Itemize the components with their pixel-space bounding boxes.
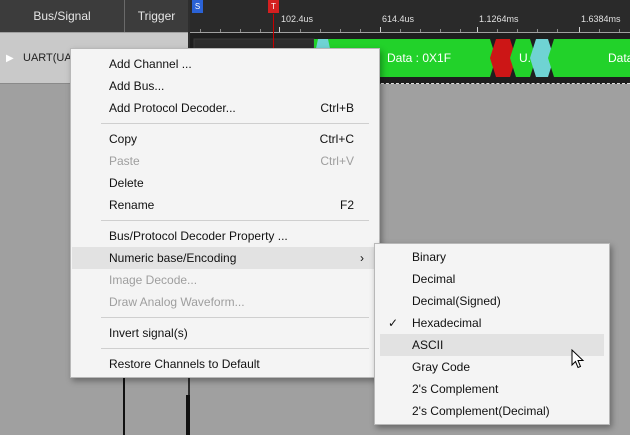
frame-label: Data bbox=[608, 51, 630, 65]
submenu-item-label: 2's Complement bbox=[412, 382, 499, 396]
trigger-marker[interactable]: T bbox=[268, 0, 279, 13]
timeline-ruler[interactable]: 102.4us 614.4us 1.1264ms 1.6384ms bbox=[189, 0, 630, 32]
tick-label: 102.4us bbox=[281, 14, 314, 24]
scroll-handle[interactable] bbox=[186, 395, 190, 435]
minor-tick bbox=[497, 29, 498, 32]
menu-item-delete[interactable]: Delete bbox=[72, 172, 378, 194]
menu-item-numeric-base[interactable]: Numeric base/Encoding › bbox=[72, 247, 378, 269]
menu-item-invert-signal[interactable]: Invert signal(s) bbox=[72, 322, 378, 344]
minor-tick bbox=[537, 29, 538, 32]
major-tick bbox=[579, 27, 580, 32]
submenu-item-label: Gray Code bbox=[412, 360, 471, 374]
minor-tick bbox=[440, 29, 441, 32]
menu-item-shortcut: F2 bbox=[339, 198, 354, 212]
minor-tick bbox=[400, 29, 401, 32]
minor-tick bbox=[340, 29, 341, 32]
submenu-item-label: Decimal bbox=[412, 272, 456, 286]
menu-item-label: Image Decode... bbox=[109, 273, 198, 287]
submenu-item-label: Hexadecimal bbox=[412, 316, 482, 330]
menu-separator bbox=[101, 220, 369, 221]
minor-tick bbox=[420, 29, 421, 32]
minor-tick bbox=[220, 29, 221, 32]
menu-item-label: Invert signal(s) bbox=[109, 326, 188, 340]
encoding-submenu: Binary Decimal Decimal(Signed) ✓ Hexadec… bbox=[374, 243, 610, 425]
submenu-item-decimal[interactable]: Decimal bbox=[380, 268, 604, 290]
menu-separator bbox=[101, 317, 369, 318]
major-tick bbox=[279, 27, 280, 32]
major-tick bbox=[477, 27, 478, 32]
frame-label: Data : 0X1F bbox=[387, 51, 452, 65]
submenu-item-twos-complement[interactable]: 2's Complement bbox=[380, 378, 604, 400]
menu-item-label: Add Bus... bbox=[109, 79, 165, 93]
menu-item-label: Add Protocol Decoder... bbox=[109, 101, 236, 115]
menu-item-label: Rename bbox=[109, 198, 155, 212]
menu-item-decoder-property[interactable]: Bus/Protocol Decoder Property ... bbox=[72, 225, 378, 247]
menu-item-shortcut: Ctrl+B bbox=[320, 101, 354, 115]
minor-tick bbox=[557, 29, 558, 32]
menu-item-add-protocol-decoder[interactable]: Add Protocol Decoder... Ctrl+B bbox=[72, 97, 378, 119]
tick-label: 1.6384ms bbox=[581, 14, 621, 24]
menu-item-label: Add Channel ... bbox=[109, 57, 192, 71]
channel-name: UART(UA bbox=[23, 52, 72, 64]
menu-item-draw-analog: Draw Analog Waveform... bbox=[72, 291, 378, 313]
submenu-item-decimal-signed[interactable]: Decimal(Signed) bbox=[380, 290, 604, 312]
menu-item-label: Bus/Protocol Decoder Property ... bbox=[109, 229, 288, 243]
expand-arrow-icon[interactable]: ▶ bbox=[6, 53, 14, 64]
minor-tick bbox=[300, 29, 301, 32]
menu-item-shortcut: Ctrl+C bbox=[319, 132, 354, 146]
menu-item-restore-channels[interactable]: Restore Channels to Default bbox=[72, 353, 378, 375]
tick-label: 614.4us bbox=[382, 14, 415, 24]
submenu-item-label: Binary bbox=[412, 250, 447, 264]
submenu-item-hexadecimal[interactable]: ✓ Hexadecimal bbox=[380, 312, 604, 334]
menu-item-label: Restore Channels to Default bbox=[109, 357, 260, 371]
minor-tick bbox=[260, 29, 261, 32]
menu-item-image-decode: Image Decode... bbox=[72, 269, 378, 291]
minor-tick bbox=[200, 29, 201, 32]
minor-tick bbox=[619, 29, 620, 32]
menu-separator bbox=[101, 348, 369, 349]
bus-signal-header[interactable]: Bus/Signal bbox=[0, 0, 124, 32]
menu-item-add-channel[interactable]: Add Channel ... bbox=[72, 53, 378, 75]
menu-item-add-bus[interactable]: Add Bus... bbox=[72, 75, 378, 97]
menu-item-label: Draw Analog Waveform... bbox=[109, 295, 245, 309]
context-menu: Add Channel ... Add Bus... Add Protocol … bbox=[70, 48, 380, 378]
menu-item-rename[interactable]: Rename F2 bbox=[72, 194, 378, 216]
submenu-item-binary[interactable]: Binary bbox=[380, 246, 604, 268]
trigger-header[interactable]: Trigger bbox=[125, 0, 188, 32]
menu-item-label: Copy bbox=[109, 132, 138, 146]
minor-tick bbox=[517, 29, 518, 32]
mouse-pointer-icon bbox=[571, 349, 585, 369]
menu-item-label: Numeric base/Encoding bbox=[109, 251, 237, 265]
tick-label: 1.1264ms bbox=[479, 14, 519, 24]
submenu-item-label: ASCII bbox=[412, 338, 444, 352]
checkmark-icon: ✓ bbox=[388, 316, 399, 330]
start-marker[interactable]: S bbox=[192, 0, 203, 13]
submenu-item-twos-complement-decimal[interactable]: 2's Complement(Decimal) bbox=[380, 400, 604, 422]
menu-separator bbox=[101, 123, 369, 124]
menu-item-paste: Paste Ctrl+V bbox=[72, 150, 378, 172]
minor-tick bbox=[599, 29, 600, 32]
minor-tick bbox=[360, 29, 361, 32]
frame-label: U. bbox=[519, 51, 531, 65]
minor-tick bbox=[320, 29, 321, 32]
menu-item-shortcut: Ctrl+V bbox=[320, 154, 354, 168]
menu-item-label: Paste bbox=[109, 154, 140, 168]
submenu-arrow-icon: › bbox=[360, 251, 364, 265]
submenu-item-label: Decimal(Signed) bbox=[412, 294, 501, 308]
menu-item-copy[interactable]: Copy Ctrl+C bbox=[72, 128, 378, 150]
menu-item-label: Delete bbox=[109, 176, 144, 190]
submenu-item-label: 2's Complement(Decimal) bbox=[412, 404, 550, 418]
minor-tick bbox=[460, 29, 461, 32]
minor-tick bbox=[240, 29, 241, 32]
major-tick bbox=[380, 27, 381, 32]
